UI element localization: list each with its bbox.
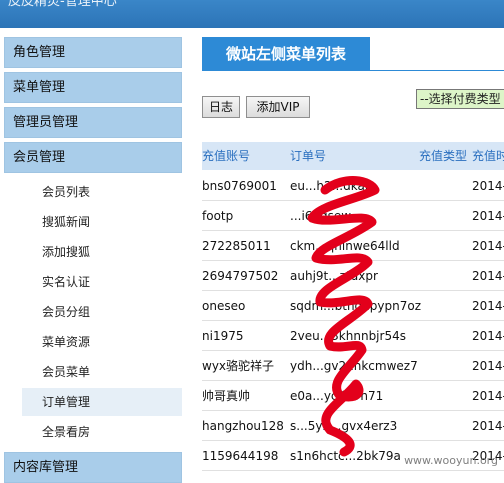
cell-order: ydh...gv21nkcmwez7 — [290, 351, 418, 381]
cell-time: 2014- — [472, 381, 504, 411]
sidebar-section-roles[interactable]: 角色管理 — [4, 37, 182, 68]
sidebar-item-sohu-news[interactable]: 搜狐新闻 — [22, 208, 182, 236]
cell-time: 2014- — [472, 201, 504, 231]
cell-account: bns0769001 — [202, 171, 277, 201]
cell-account: 1159644198 — [202, 441, 278, 471]
table-row[interactable]: wyx骆驼祥子 ydh...gv21nkcmwez7 2014- — [202, 351, 504, 381]
sidebar-item-realname[interactable]: 实名认证 — [22, 268, 182, 296]
table-row[interactable]: ni1975 2veu...3khnnbjr54s 2014- — [202, 321, 504, 351]
cell-order: eu...h2...dkao — [290, 171, 372, 201]
table-row[interactable]: bns0769001 eu...h2...dkao 2014- — [202, 171, 504, 201]
cell-time: 2014- — [472, 351, 504, 381]
col-order: 订单号 — [290, 142, 326, 170]
sidebar-item-member-list[interactable]: 会员列表 — [22, 178, 182, 206]
table-row[interactable]: 2694797502 auhj9t...ztdxpr 2014- — [202, 261, 504, 291]
cell-account: oneseo — [202, 291, 245, 321]
cell-order: sqdm...bthg1pypn7oz — [290, 291, 421, 321]
cell-order: auhj9t...ztdxpr — [290, 261, 378, 291]
log-button[interactable]: 日志 — [202, 96, 240, 118]
panel-title: 微站左侧菜单列表 — [202, 37, 370, 71]
main-panel: 微站左侧菜单列表 日志 添加VIP --选择付费类型 充值账号 订单号 充值类型… — [190, 28, 504, 471]
app-title: 皮皮精灵-管理中心 — [8, 0, 117, 12]
cell-account: wyx骆驼祥子 — [202, 351, 274, 381]
sidebar-item-member-groups[interactable]: 会员分组 — [22, 298, 182, 326]
cell-account: 2694797502 — [202, 261, 278, 291]
cell-account: 帅哥真帅 — [202, 381, 250, 411]
table-row[interactable]: hangzhou128 s...5yb...gvx4erz3 2014- — [202, 411, 504, 441]
cell-time: 2014- — [472, 231, 504, 261]
table-row[interactable]: oneseo sqdm...bthg1pypn7oz 2014- — [202, 291, 504, 321]
cell-order: s1n6hctc...2bk79a — [290, 441, 401, 471]
table-row[interactable]: 帅哥真帅 e0a...ycif29n71 2014- — [202, 381, 504, 411]
sidebar-item-panorama[interactable]: 全景看房 — [22, 418, 182, 446]
cell-time: 2014- — [472, 321, 504, 351]
sidebar: 角色管理 菜单管理 管理员管理 会员管理 会员列表 搜狐新闻 添加搜狐 实名认证… — [0, 28, 190, 471]
cell-account: ni1975 — [202, 321, 243, 351]
add-vip-button[interactable]: 添加VIP — [246, 96, 310, 118]
title-underline — [202, 70, 504, 71]
cell-account: 272285011 — [202, 231, 271, 261]
cell-order: s...5yb...gvx4erz3 — [290, 411, 397, 441]
sidebar-section-admins[interactable]: 管理员管理 — [4, 107, 182, 138]
sidebar-section-content[interactable]: 内容库管理 — [4, 452, 182, 483]
sidebar-item-orders[interactable]: 订单管理 — [22, 388, 182, 416]
cell-order: 2veu...3khnnbjr54s — [290, 321, 406, 351]
cell-account: hangzhou128 — [202, 411, 284, 441]
cell-time: 2014- — [472, 261, 504, 291]
table-row[interactable]: 272285011 ckm...qhinwe64lld 2014- — [202, 231, 504, 261]
payment-type-select[interactable]: --选择付费类型 — [416, 89, 504, 109]
sidebar-item-add-sohu[interactable]: 添加搜狐 — [22, 238, 182, 266]
top-bar: 皮皮精灵-管理中心 — [0, 0, 504, 28]
cell-order: ckm...qhinwe64lld — [290, 231, 400, 261]
cell-time: 2014- — [472, 171, 504, 201]
sidebar-item-menu-resources[interactable]: 菜单资源 — [22, 328, 182, 356]
cell-order: ...i67qsew — [290, 201, 351, 231]
table-header: 充值账号 订单号 充值类型 充值时 — [202, 142, 504, 170]
cell-account: footp — [202, 201, 233, 231]
cell-time: 2014- — [472, 411, 504, 441]
col-account: 充值账号 — [202, 142, 250, 170]
cell-order: e0a...ycif29n71 — [290, 381, 383, 411]
cell-time: 2014- — [472, 291, 504, 321]
col-time: 充值时 — [472, 142, 504, 170]
sidebar-item-member-menu[interactable]: 会员菜单 — [22, 358, 182, 386]
table-row[interactable]: footp ...i67qsew 2014- — [202, 201, 504, 231]
col-type: 充值类型 — [419, 142, 467, 170]
sidebar-section-members[interactable]: 会员管理 — [4, 142, 182, 173]
watermark: www.wooyun.org — [404, 454, 498, 467]
sidebar-section-menus[interactable]: 菜单管理 — [4, 72, 182, 103]
